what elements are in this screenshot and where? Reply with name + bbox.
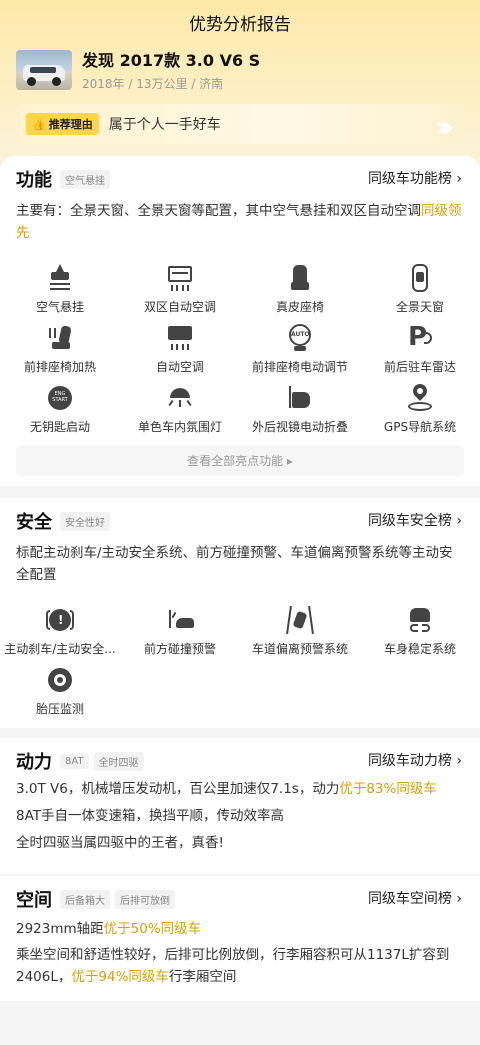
power-chip-drivetrain: 全时四驱 [93, 751, 144, 771]
dual-zone-ac-icon [166, 264, 194, 292]
feature-parking-radar: P 前后驻车雷达 [383, 322, 456, 374]
parking-radar-icon: P [406, 322, 434, 352]
space-chip-trunk: 后备箱大 [60, 889, 110, 909]
ambient-light-icon [166, 384, 194, 412]
recommend-reason-bar: 👍 推荐理由 属于个人一手好车 ››› [16, 104, 464, 144]
auto-ac-icon [166, 324, 194, 352]
function-title: 功能 [16, 170, 52, 191]
function-chip: 空气悬挂 [60, 169, 110, 189]
feature-ambient-light: 单色车内氛围灯 [120, 384, 240, 435]
page-title: 优势分析报告 [189, 15, 291, 35]
feature-lane-departure: 车道偏离预警系统 [240, 605, 360, 657]
safety-title: 安全 [16, 512, 52, 533]
tire-pressure-icon [46, 666, 74, 694]
feature-seat-heating: 前排座椅加热 [0, 324, 120, 375]
thumbs-up-icon: 👍 [32, 117, 46, 131]
space-rank-link[interactable]: 同级车空间榜 › [368, 888, 462, 908]
feature-dual-zone-ac: 双区自动空调 [120, 264, 240, 315]
car-name: 发现 2017款 3.0 V6 S [82, 51, 261, 70]
power-rank-link[interactable]: 同级车动力榜 › [368, 750, 462, 770]
power-line-2: 8AT手自一体变速箱，换挡平顺，传动效率高 [16, 808, 285, 824]
feature-auto-ac: 自动空调 [120, 324, 240, 375]
feature-air-suspension: 空气悬挂 [0, 264, 120, 315]
recommend-reason-tag: 👍 推荐理由 [26, 113, 99, 135]
car-meta: 2018年 / 13万公里 / 济南 [82, 77, 224, 91]
safety-section: 安全 安全性好 同级车安全榜 › 标配主动刹车/主动安全系统、前方碰撞预警、车道… [0, 498, 480, 728]
space-line-1: 2923mm轴距优于50%同级车 [16, 921, 202, 937]
seat-heating-icon [46, 324, 74, 352]
space-section: 空间 后备箱大 后排可放倒 同级车空间榜 › 2923mm轴距优于50%同级车 … [0, 876, 480, 1001]
chevrons-decoration-icon: ››› [435, 110, 453, 143]
function-section: 功能 空气悬挂 同级车功能榜 › 主要有：全景天窗、全景天窗等配置，其中空气悬挂… [0, 156, 480, 486]
car-summary[interactable]: 发现 2017款 3.0 V6 S 2018年 / 13万公里 / 济南 [16, 50, 260, 92]
power-line-3: 全时四驱当属四驱中的王者，真香! [16, 835, 224, 851]
safety-rank-link[interactable]: 同级车安全榜 › [368, 510, 462, 530]
active-brake-icon: ! [46, 606, 74, 634]
keyless-start-icon: ENG START [46, 384, 74, 412]
feature-panoramic-sunroof: 全景天窗 [360, 264, 480, 315]
feature-leather-seat: 真皮座椅 [240, 264, 360, 315]
power-seat-icon: AUTO [286, 324, 314, 352]
leather-seat-icon [286, 264, 314, 292]
air-suspension-icon [46, 264, 74, 292]
feature-keyless-start: ENG START 无钥匙启动 [0, 384, 120, 435]
power-chip-transmission: 8AT [60, 753, 89, 769]
feature-tire-pressure: 胎压监测 [0, 666, 120, 717]
space-line-2: 乘坐空间和舒适性较好，后排可比例放倒，行李厢容积可从1137L扩容到2406L，… [16, 947, 450, 985]
lane-departure-icon [286, 605, 314, 635]
function-description: 主要有：全景天窗、全景天窗等配置，其中空气悬挂和双区自动空调同级领先 [16, 203, 462, 241]
view-all-features-button[interactable]: 查看全部亮点功能 ▸ [16, 446, 464, 476]
feature-stability: 车身稳定系统 [360, 606, 480, 657]
recommend-reason-text: 属于个人一手好车 [108, 117, 221, 133]
car-thumbnail [16, 50, 72, 90]
collision-warning-icon [166, 606, 194, 634]
power-line-1: 3.0T V6，机械增压发动机，百公里加速仅7.1s，动力优于83%同级车 [16, 781, 437, 797]
feature-gps: GPS导航系统 [360, 381, 480, 435]
power-section: 动力 8AT 全时四驱 同级车动力榜 › 3.0T V6，机械增压发动机，百公里… [0, 738, 480, 874]
feature-active-brake: ! 主动刹车/主动安全... [0, 606, 120, 657]
panoramic-sunroof-icon [406, 264, 434, 292]
gps-icon [406, 381, 434, 412]
stability-icon [406, 606, 434, 634]
mirror-fold-icon [286, 384, 314, 412]
feature-collision-warning: 前方碰撞预警 [120, 606, 240, 657]
space-title: 空间 [16, 890, 52, 911]
function-rank-link[interactable]: 同级车功能榜 › [368, 168, 462, 188]
power-title: 动力 [16, 752, 52, 773]
feature-mirror-fold: 外后视镜电动折叠 [240, 384, 360, 435]
space-chip-fold: 后排可放倒 [115, 889, 175, 909]
safety-chip: 安全性好 [60, 511, 110, 531]
safety-description: 标配主动刹车/主动安全系统、前方碰撞预警、车道偏离预警系统等主动安全配置 [16, 545, 453, 583]
feature-power-seat: AUTO 前排座椅电动调节 [240, 324, 360, 375]
